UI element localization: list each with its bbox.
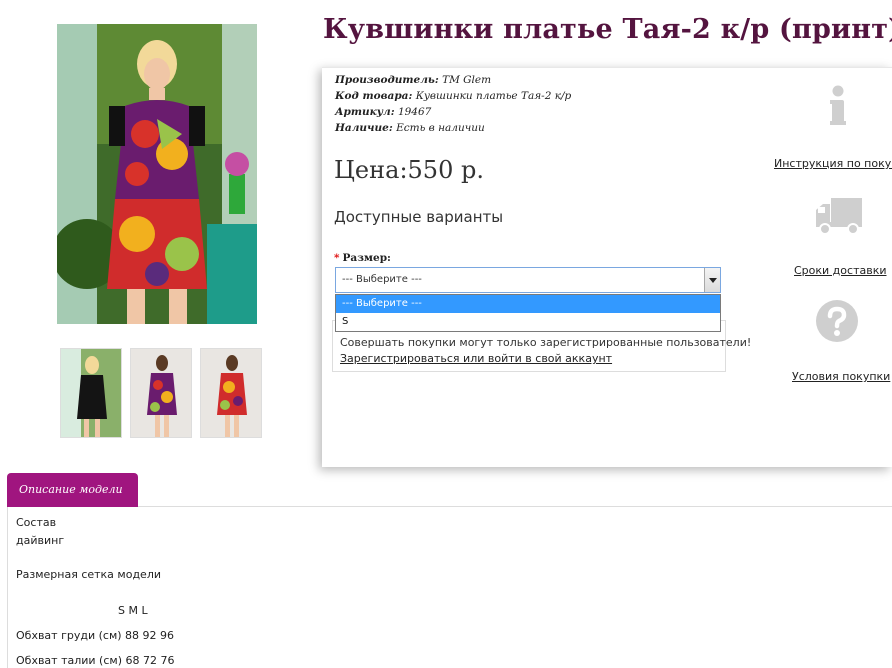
info-icon[interactable] xyxy=(827,85,849,131)
notice-message: Совершать покупки могут только зарегистр… xyxy=(340,336,752,349)
product-info-panel: Производитель: ТМ Glem Код товара: Кувши… xyxy=(322,67,892,467)
article-value: 19467 xyxy=(397,106,432,118)
tab-model-description[interactable]: Описание модели xyxy=(7,473,138,507)
code-label: Код товара: xyxy=(335,90,413,102)
question-icon[interactable] xyxy=(815,299,859,347)
chevron-down-icon[interactable] xyxy=(704,268,720,292)
size-select-value: --- Выберите --- xyxy=(342,274,422,285)
variants-heading: Доступные варианты xyxy=(334,208,504,226)
product-thumbnail-1[interactable] xyxy=(60,348,122,438)
required-mark: * xyxy=(334,252,340,264)
product-meta: Производитель: ТМ Glem Код товара: Кувши… xyxy=(335,72,571,136)
main-product-photo[interactable] xyxy=(57,24,257,324)
chest-row: Обхват груди (см) 88 92 96 xyxy=(16,629,175,642)
composition-label: Состав xyxy=(16,516,57,529)
code-value: Кувшинки платье Тая-2 к/р xyxy=(415,90,572,102)
size-chart-header: S M L xyxy=(118,604,148,617)
terms-link[interactable]: Условия покупки xyxy=(792,370,890,383)
availability-label: Наличие: xyxy=(335,122,393,134)
product-thumbnail-2[interactable] xyxy=(130,348,192,438)
article-row: Артикул: 19467 xyxy=(335,104,571,120)
availability-value: Есть в наличии xyxy=(396,122,485,134)
product-title: Кувшинки платье Тая-2 к/р (принт) xyxy=(323,14,892,45)
delivery-link[interactable]: Сроки доставки xyxy=(794,264,887,277)
article-label: Артикул: xyxy=(335,106,395,118)
product-thumbnail-3[interactable] xyxy=(200,348,262,438)
truck-icon[interactable] xyxy=(815,196,863,240)
availability-row: Наличие: Есть в наличии xyxy=(335,120,571,136)
code-row: Код товара: Кувшинки платье Тая-2 к/р xyxy=(335,88,571,104)
manufacturer-row: Производитель: ТМ Glem xyxy=(335,72,571,88)
size-label: * Размер: xyxy=(334,252,391,264)
composition-value: дайвинг xyxy=(16,534,65,547)
size-option-choose[interactable]: --- Выберите --- xyxy=(336,295,720,313)
instructions-link[interactable]: Инструкция по покупке xyxy=(774,157,892,170)
manufacturer-value: ТМ Glem xyxy=(442,74,492,86)
size-option-s[interactable]: S xyxy=(336,313,720,331)
register-login-link[interactable]: Зарегистрироваться или войти в свой акка… xyxy=(340,352,612,365)
manufacturer-label: Производитель: xyxy=(335,74,439,86)
size-dropdown-list[interactable]: --- Выберите --- S xyxy=(335,294,721,332)
size-label-text: Размер: xyxy=(342,252,391,264)
size-select[interactable]: --- Выберите --- xyxy=(335,267,721,293)
description-panel: Состав дайвинг Размерная сетка модели S … xyxy=(7,506,892,668)
size-chart-label: Размерная сетка модели xyxy=(16,568,162,581)
product-price: Цена:550 р. xyxy=(334,156,484,184)
waist-row: Обхват талии (см) 68 72 76 xyxy=(16,654,175,667)
